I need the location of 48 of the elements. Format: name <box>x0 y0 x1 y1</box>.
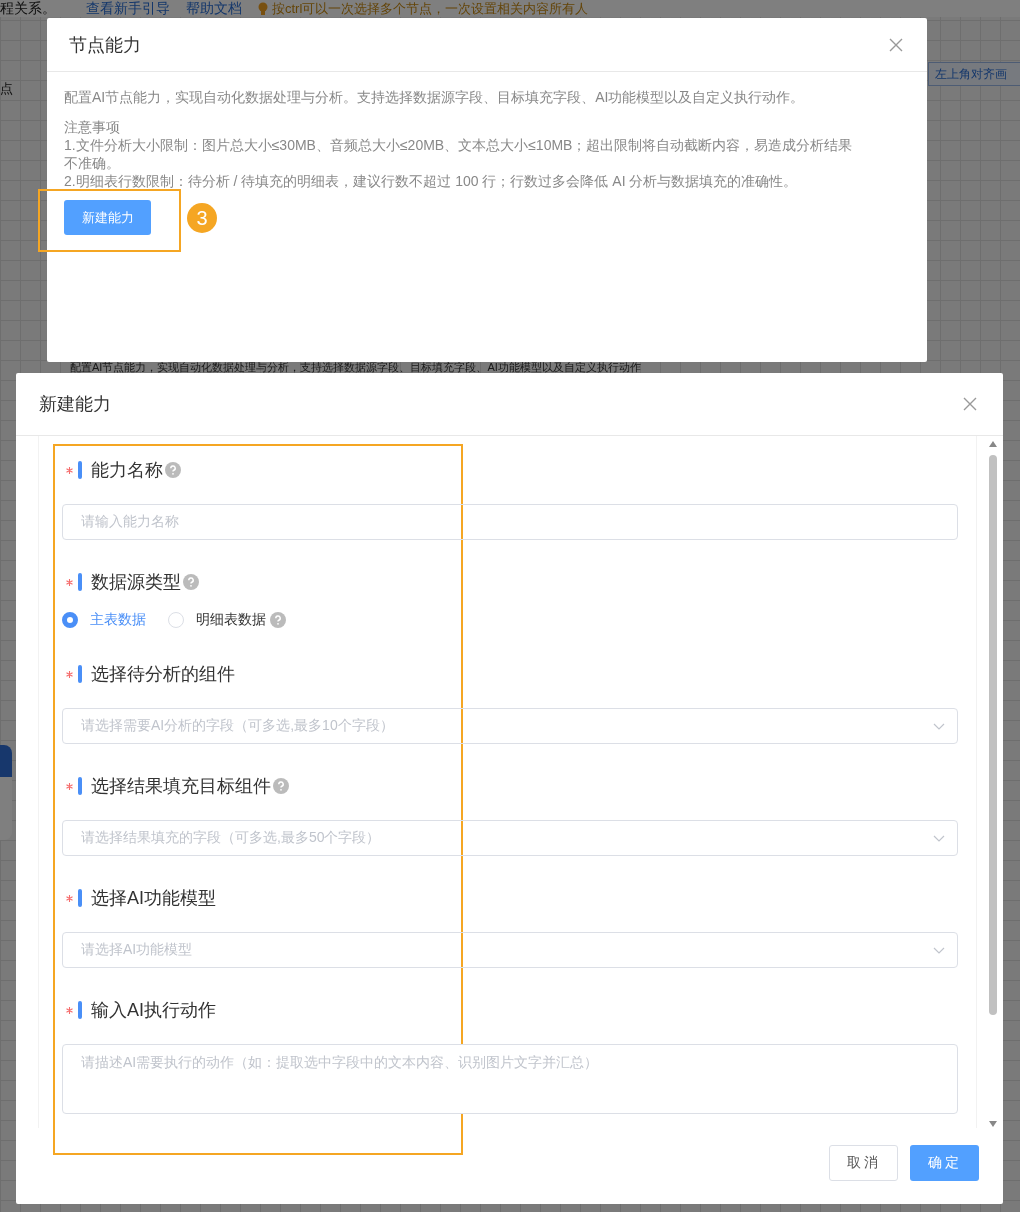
select-field[interactable]: 请选择结果填充的字段（可多选,最多50个字段） <box>62 820 958 856</box>
radio-label[interactable]: 主表数据 <box>90 611 146 629</box>
align-button[interactable]: 左上角对齐画 <box>928 62 1020 86</box>
description-text: 配置AI节点能力，实现自动化数据处理与分析，支持选择数据源字段、目标填充字段、AI功能模型以及自定义执行动作 <box>70 361 641 373</box>
label-marker <box>78 777 82 795</box>
text-field[interactable]: 请输入能力名称 <box>62 504 958 540</box>
label-marker <box>78 889 82 907</box>
radio-label[interactable]: 明细表数据 <box>196 611 266 629</box>
cancel-button[interactable]: 取消 <box>829 1145 898 1181</box>
confirm-button[interactable]: 确定 <box>910 1145 979 1181</box>
help-icon[interactable] <box>273 778 289 794</box>
scrollbar[interactable] <box>986 439 1000 1129</box>
dialog-title: 新建能力 <box>39 393 111 416</box>
help-icon[interactable] <box>270 612 286 628</box>
radio-button[interactable] <box>62 612 78 628</box>
toolbar-label: 点 <box>0 80 13 98</box>
description-text: 配置AI节点能力，实现自动化数据处理与分析。支持选择数据源字段、目标填充字段、AI功能模型以及自定义执行动作。 <box>64 88 806 106</box>
close-icon[interactable] <box>963 397 977 411</box>
label-marker <box>78 461 82 479</box>
lightbulb-icon <box>258 1 268 16</box>
chevron-down-icon <box>933 834 945 842</box>
notice-text: 1.文件分析大小限制：图片总大小≤30MB、音频总大小≤20MB、文本总大小≤10MB；超出限制将自动截断内容，易造成分析结果不准确。 <box>64 136 854 172</box>
notice-text: 2.明细表行数限制：待分析 / 待填充的明细表，建议行数不超过 100 行；行数过多会降低 AI 分析与数据填充的准确性。 <box>64 172 799 190</box>
label-marker <box>78 573 82 591</box>
select-field[interactable]: 请选择需要AI分析的字段（可多选,最多10个字段） <box>62 708 958 744</box>
field-label: 输入AI执行动作 <box>91 999 216 1022</box>
text-area[interactable]: 请描述AI需要执行的动作（如：提取选中字段中的文本内容、识别图片文字并汇总） <box>62 1044 958 1114</box>
select-field[interactable]: 请选择AI功能模型 <box>62 932 958 968</box>
field-label: 选择AI功能模型 <box>91 887 216 910</box>
help-link[interactable]: 帮助文档 <box>186 0 242 18</box>
help-link[interactable]: 查看新手引导 <box>86 0 170 18</box>
field-label: 选择结果填充目标组件 <box>91 775 271 798</box>
label-marker <box>78 1001 82 1019</box>
intro-text: 程关系。 <box>0 0 56 18</box>
dialog-title: 节点能力 <box>69 33 141 57</box>
new-ability-button[interactable]: 新建能力 <box>64 200 151 235</box>
chevron-down-icon <box>933 946 945 954</box>
field-label: 选择待分析的组件 <box>91 663 235 686</box>
close-icon[interactable] <box>889 37 903 52</box>
step-badge: 3 <box>187 202 217 233</box>
tip-text: 按ctrl可以一次选择多个节点，一次设置相关内容所有人 <box>272 0 589 18</box>
chevron-down-icon <box>933 722 945 730</box>
notice-title: 注意事项 <box>64 118 121 136</box>
help-icon[interactable] <box>183 574 199 590</box>
field-label: 数据源类型 <box>91 571 181 594</box>
help-icon[interactable] <box>165 462 181 478</box>
label-marker <box>78 665 82 683</box>
field-label: 能力名称 <box>91 459 163 482</box>
